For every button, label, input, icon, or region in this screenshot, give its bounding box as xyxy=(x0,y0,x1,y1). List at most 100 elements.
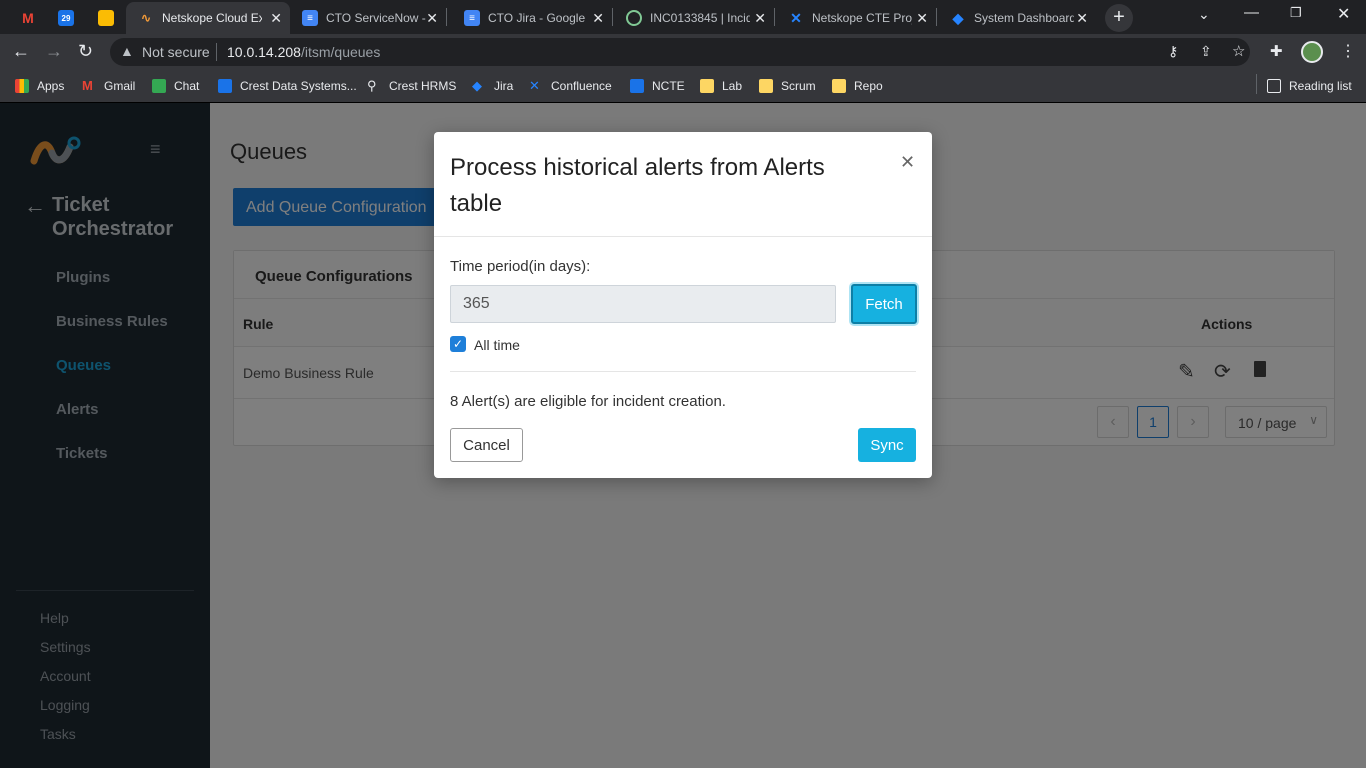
tab-gmail[interactable]: M xyxy=(8,2,44,34)
confluence-icon: ✕ xyxy=(529,78,540,93)
bookmark-label: Lab xyxy=(722,79,743,93)
reading-list-icon xyxy=(1267,79,1281,93)
not-secure-label: Not secure xyxy=(142,44,210,60)
close-icon[interactable]: ✕ xyxy=(900,152,915,173)
tab-separator xyxy=(774,8,775,26)
modal-inner-divider xyxy=(450,371,916,372)
modal-title: Process historical alerts from Alerts ta… xyxy=(450,154,825,217)
modal-divider xyxy=(434,236,932,237)
docs-icon: ≡ xyxy=(464,10,480,26)
address-bar[interactable]: ▲ Not secure 10.0.14.208/itsm/queues ⚷ ⇪… xyxy=(110,38,1250,66)
bookmark-apps[interactable]: Apps xyxy=(15,76,64,96)
bookmark-crest-data[interactable]: Crest Data Systems... xyxy=(218,76,357,96)
share-icon[interactable]: ⇪ xyxy=(1200,43,1212,60)
eligible-alerts-text: 8 Alert(s) are eligible for incident cre… xyxy=(450,393,726,410)
tab-separator xyxy=(612,8,613,26)
process-historical-alerts-modal: Process historical alerts from Alerts ta… xyxy=(434,132,932,478)
browser-toolbar: ← → ↻ ▲ Not secure 10.0.14.208/itsm/queu… xyxy=(0,34,1366,70)
tab-keep[interactable] xyxy=(86,2,122,34)
bookmark-label: Crest HRMS xyxy=(389,79,457,93)
confluence-icon: ✕ xyxy=(790,9,802,26)
tab-title: CTO Jira - Google xyxy=(488,11,586,25)
bookmark-label: Crest Data Systems... xyxy=(240,79,357,93)
bookmark-label: Scrum xyxy=(781,79,816,93)
tab-calendar[interactable]: 29 xyxy=(46,2,82,34)
cancel-button[interactable]: Cancel xyxy=(450,428,523,462)
bookmark-label: Chat xyxy=(174,79,200,93)
tab-title: Netskope Cloud Ex xyxy=(162,11,262,25)
bookmark-lab[interactable]: Lab xyxy=(700,76,742,96)
tab-title: CTO ServiceNow - xyxy=(326,11,426,25)
bookmark-separator xyxy=(1256,74,1257,94)
tab-separator xyxy=(446,8,447,26)
tab-title: INC0133845 | Incid xyxy=(650,11,750,25)
close-tab-icon[interactable]: ✕ xyxy=(592,10,604,27)
tab-separator xyxy=(936,8,937,26)
tab-confluence[interactable]: ✕ Netskope CTE Proj ✕ xyxy=(776,2,936,34)
tab-servicenow-doc[interactable]: ≡ CTO ServiceNow - ✕ xyxy=(290,2,446,34)
new-tab-icon[interactable]: + xyxy=(1105,4,1133,32)
back-icon[interactable]: ← xyxy=(12,41,30,62)
all-time-checkbox[interactable]: ✓ xyxy=(450,336,466,352)
close-tab-icon[interactable]: ✕ xyxy=(1076,10,1088,27)
close-tab-icon[interactable]: ✕ xyxy=(754,10,766,27)
address-separator xyxy=(216,43,217,61)
time-period-input[interactable] xyxy=(450,285,836,323)
more-menu-icon[interactable]: ⋮ xyxy=(1340,41,1356,61)
extensions-icon[interactable]: ✚ xyxy=(1270,42,1283,60)
forward-icon[interactable]: → xyxy=(45,41,63,62)
reading-list-label: Reading list xyxy=(1289,79,1352,93)
minimize-icon[interactable]: — xyxy=(1244,4,1259,21)
bookmark-label: NCTE xyxy=(652,79,685,93)
calendar-icon xyxy=(218,79,232,93)
bookmark-ncte[interactable]: NCTE xyxy=(630,76,685,96)
bookmarks-bar: Apps M Gmail Chat Crest Data Systems... … xyxy=(0,70,1366,103)
jira-icon: ◆ xyxy=(952,9,964,26)
warning-icon: ▲ xyxy=(120,43,134,59)
bookmark-label: Gmail xyxy=(104,79,136,93)
gmail-icon: M xyxy=(82,78,93,93)
bookmark-chat[interactable]: Chat xyxy=(152,76,199,96)
tab-netskope[interactable]: ∿ Netskope Cloud Ex ✕ xyxy=(126,2,290,34)
sync-button[interactable]: Sync xyxy=(858,428,916,462)
tab-system-dashboard[interactable]: ◆ System Dashboard ✕ xyxy=(938,2,1096,34)
close-tab-icon[interactable]: ✕ xyxy=(426,10,438,27)
all-time-label: All time xyxy=(474,337,520,353)
keep-icon xyxy=(98,10,114,26)
tab-search-icon[interactable]: ⌄ xyxy=(1198,6,1210,23)
time-period-label: Time period(in days): xyxy=(450,258,591,275)
url-host: 10.0.14.208 xyxy=(227,44,301,60)
ncte-icon xyxy=(630,79,644,93)
close-tab-icon[interactable]: ✕ xyxy=(270,10,282,27)
calendar-icon: 29 xyxy=(58,10,74,26)
bookmark-label: Jira xyxy=(494,79,514,93)
bookmark-gmail[interactable]: M Gmail xyxy=(82,76,135,96)
bookmark-jira[interactable]: ◆ Jira xyxy=(472,76,513,96)
reading-list[interactable]: Reading list xyxy=(1267,76,1352,96)
close-tab-icon[interactable]: ✕ xyxy=(916,10,928,27)
bookmark-star-icon[interactable]: ☆ xyxy=(1232,42,1245,60)
bookmark-repo[interactable]: Repo xyxy=(832,76,883,96)
bookmark-scrum[interactable]: Scrum xyxy=(759,76,816,96)
bookmark-label: Repo xyxy=(854,79,883,93)
gmail-icon: M xyxy=(22,10,34,26)
browser-chrome: M 29 ∿ Netskope Cloud Ex ✕ ≡ CTO Service… xyxy=(0,0,1366,103)
tab-incident[interactable]: INC0133845 | Incid ✕ xyxy=(614,2,774,34)
tab-jira-doc[interactable]: ≡ CTO Jira - Google ✕ xyxy=(452,2,612,34)
bookmark-crest-hrms[interactable]: ⚲ Crest HRMS xyxy=(367,76,456,96)
tab-title: Netskope CTE Proj xyxy=(812,11,912,25)
apps-grid-icon xyxy=(15,79,29,93)
fetch-button[interactable]: Fetch xyxy=(851,284,917,324)
key-icon[interactable]: ⚷ xyxy=(1168,43,1178,60)
restore-icon[interactable]: ❐ xyxy=(1290,5,1302,21)
reload-icon[interactable]: ↻ xyxy=(78,41,93,62)
chat-icon xyxy=(152,79,166,93)
url-text: 10.0.14.208/itsm/queues xyxy=(227,44,380,60)
profile-avatar[interactable] xyxy=(1301,41,1323,63)
bookmark-confluence[interactable]: ✕ Confluence xyxy=(529,76,612,96)
url-path: /itsm/queues xyxy=(300,44,381,60)
servicenow-icon xyxy=(626,10,642,26)
docs-icon: ≡ xyxy=(302,10,318,26)
close-window-icon[interactable]: ✕ xyxy=(1337,4,1350,24)
tab-title: System Dashboard xyxy=(974,11,1074,25)
